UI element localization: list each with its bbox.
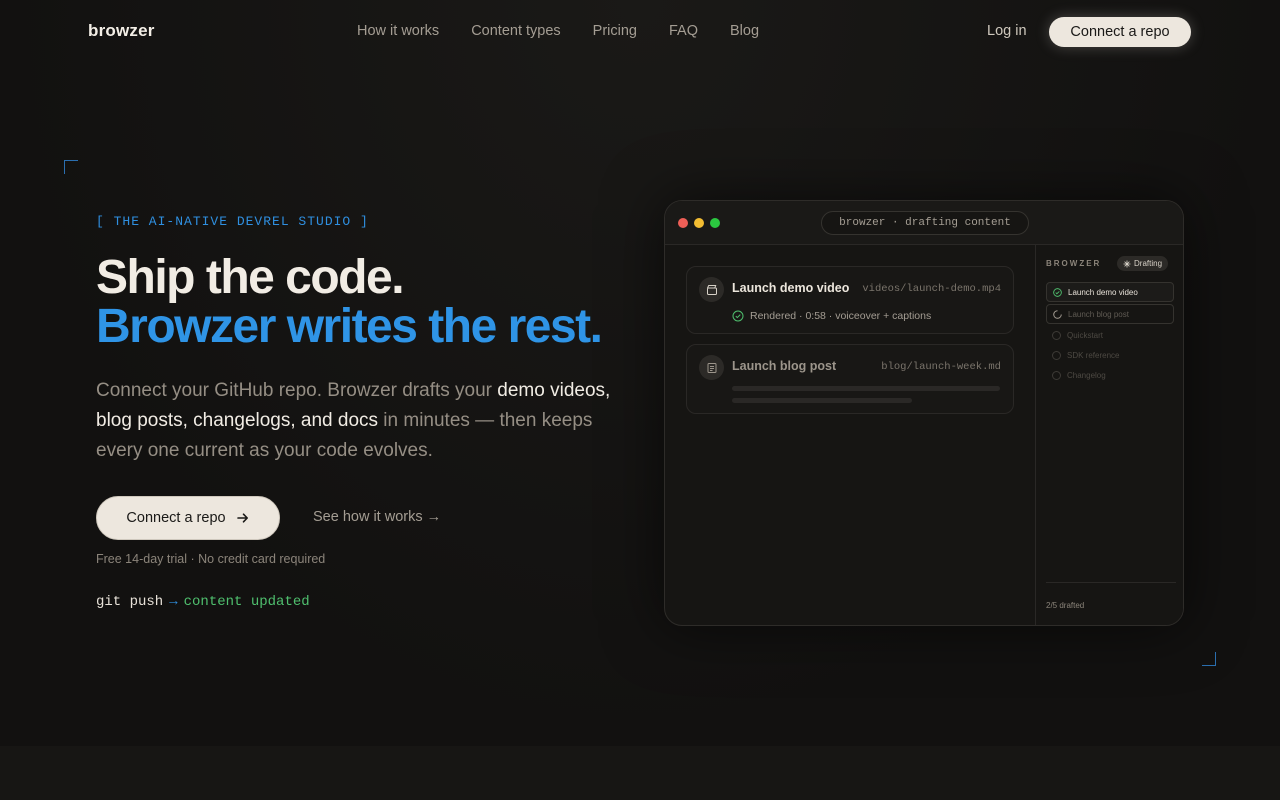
close-dot-icon: [678, 218, 688, 228]
git-arrow: →: [169, 594, 178, 610]
drafting-sidebar: BROWZER Drafting Launch demo video Launc…: [1035, 245, 1183, 625]
status-badge-label: Drafting: [1134, 259, 1163, 268]
sidebar-item-label: Launch demo video: [1068, 287, 1138, 297]
sidebar-item-launch-blog-post[interactable]: Launch blog post: [1046, 304, 1174, 324]
login-link[interactable]: Log in: [987, 23, 1027, 39]
corner-mark-bottom-right: [1202, 652, 1216, 666]
nav-link-how-it-works[interactable]: How it works: [357, 23, 439, 39]
subtitle-text-start: Connect your GitHub repo. Browzer drafts…: [96, 380, 498, 401]
corner-mark-top-left: [64, 160, 78, 174]
clapperboard-icon: [699, 277, 724, 302]
drafting-skeleton-line: [732, 386, 1000, 391]
spinner-icon: [1053, 309, 1062, 319]
check-circle-icon: [732, 310, 744, 322]
arrow-right-icon: [236, 513, 248, 523]
see-how-it-works-link[interactable]: See how it works →: [313, 509, 441, 525]
sidebar-item-sdk-reference[interactable]: SDK reference: [1046, 345, 1174, 365]
nav-link-faq[interactable]: FAQ: [669, 23, 698, 39]
maximize-dot-icon: [710, 218, 720, 228]
card-path: videos/launch-demo.mp4: [862, 283, 1001, 295]
nav-links: How it works Content types Pricing FAQ B…: [357, 23, 759, 39]
git-command: git push: [96, 594, 164, 610]
pending-circle-icon: [1052, 370, 1061, 380]
card-path: blog/launch-week.md: [881, 361, 1001, 373]
app-preview-window: browzer · drafting content Launch demo v…: [664, 200, 1184, 626]
hero-eyebrow: [ THE AI-NATIVE DEVREL STUDIO ]: [96, 214, 369, 229]
document-icon: [699, 355, 724, 380]
sidebar-divider: [1046, 582, 1176, 583]
card-title: Launch demo video: [732, 281, 850, 295]
headline-line-1: Ship the code.: [96, 251, 405, 304]
git-push-line: git push → content updated: [96, 594, 310, 610]
hero-headline: Ship the code. Browzer writes the rest.: [96, 251, 603, 353]
sidebar-item-label: Quickstart: [1067, 330, 1104, 340]
nav-link-pricing[interactable]: Pricing: [593, 23, 637, 39]
top-nav: browzer How it works Content types Prici…: [0, 0, 1280, 64]
window-title: browzer · drafting content: [821, 211, 1029, 235]
minimize-dot-icon: [694, 218, 704, 228]
git-result: content updated: [183, 594, 310, 610]
pending-circle-icon: [1052, 330, 1061, 340]
next-section: [0, 746, 1280, 800]
hero-subtitle: Connect your GitHub repo. Browzer drafts…: [96, 376, 616, 466]
content-card-blog-post[interactable]: Launch blog post blog/launch-week.md: [686, 344, 1014, 414]
sidebar-item-label: Changelog: [1067, 370, 1106, 380]
sidebar-item-label: SDK reference: [1067, 350, 1120, 360]
nav-connect-repo-button[interactable]: Connect a repo: [1049, 17, 1191, 47]
trial-note: Free 14-day trial · No credit card requi…: [96, 552, 326, 566]
sidebar-item-quickstart[interactable]: Quickstart: [1046, 325, 1174, 345]
sparkle-icon: [1123, 260, 1131, 267]
brand-logo[interactable]: browzer: [88, 21, 155, 41]
window-titlebar: browzer · drafting content: [665, 201, 1183, 245]
nav-link-content-types[interactable]: Content types: [471, 23, 560, 39]
content-pane: Launch demo video videos/launch-demo.mp4…: [665, 245, 1035, 625]
check-circle-icon: [1053, 287, 1062, 297]
status-badge: Drafting: [1117, 256, 1169, 271]
content-card-demo-video[interactable]: Launch demo video videos/launch-demo.mp4…: [686, 266, 1014, 334]
card-status: Rendered · 0:58 · voiceover + captions: [732, 310, 931, 322]
drafting-skeleton-line: [732, 398, 912, 403]
sidebar-item-label: Launch blog post: [1068, 309, 1129, 319]
pending-circle-icon: [1052, 350, 1061, 360]
drafted-count: 2/5 drafted: [1046, 601, 1085, 610]
sidebar-item-changelog[interactable]: Changelog: [1046, 365, 1174, 385]
sidebar-heading: BROWZER: [1046, 259, 1102, 268]
card-status-text: Rendered · 0:58 · voiceover + captions: [750, 310, 932, 322]
connect-repo-label: Connect a repo: [126, 510, 226, 526]
headline-line-2: Browzer writes the rest.: [96, 300, 603, 353]
sidebar-item-launch-demo-video[interactable]: Launch demo video: [1046, 282, 1174, 302]
card-title: Launch blog post: [732, 359, 837, 373]
connect-repo-button[interactable]: Connect a repo: [96, 496, 280, 540]
nav-link-blog[interactable]: Blog: [730, 23, 759, 39]
